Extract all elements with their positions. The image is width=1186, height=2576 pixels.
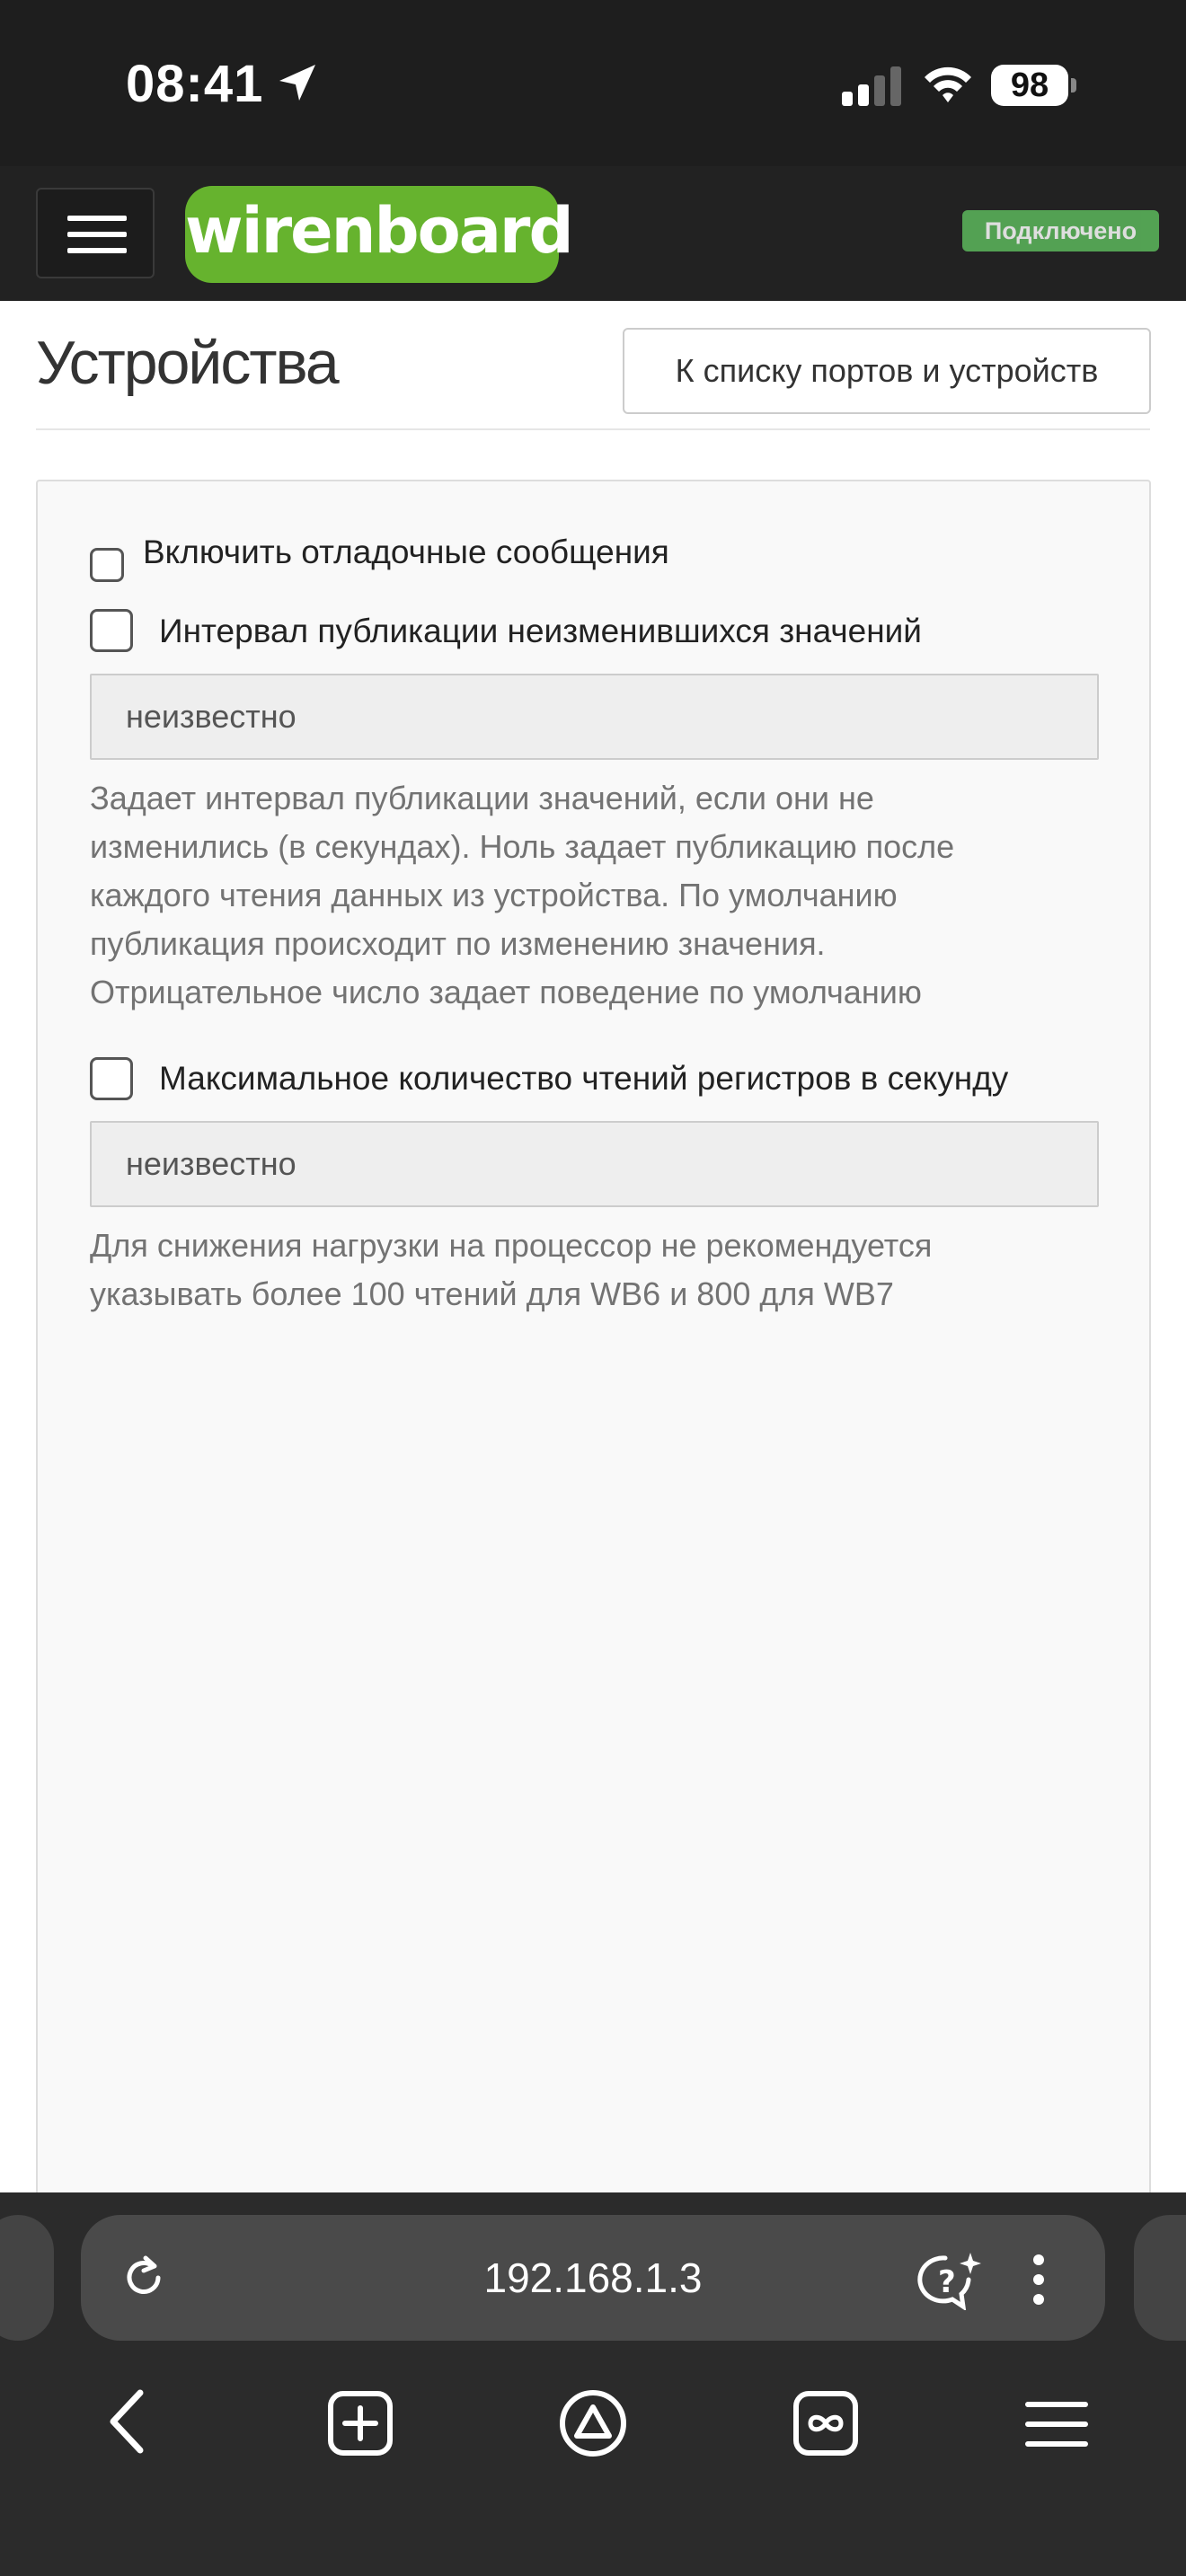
settings-panel: Включить отладочные сообщения Интервал п… [36, 480, 1151, 2276]
debug-label: Включить отладочные сообщения [143, 534, 669, 570]
battery-indicator: 98 [991, 65, 1076, 106]
assistant-icon[interactable]: ? [916, 2251, 983, 2310]
browser-toolbar: 192.168.1.3 ? [0, 2192, 1186, 2576]
cellular-signal-icon [842, 66, 901, 106]
menu-toggle-button[interactable] [36, 188, 155, 278]
status-bar: 08:41 98 [0, 0, 1186, 166]
page-title: Устройства [36, 329, 340, 397]
back-to-ports-button[interactable]: К списку портов и устройств [623, 328, 1151, 414]
wifi-icon [925, 66, 971, 102]
address-bar[interactable]: 192.168.1.3 ? [81, 2215, 1105, 2341]
wirenboard-logo[interactable]: wirenboard [185, 186, 574, 283]
help-line: Задает интервал публикации значений, есл… [90, 780, 874, 816]
publish-interval-checkbox[interactable] [90, 609, 133, 652]
publish-interval-help: Задает интервал публикации значений, есл… [90, 774, 1105, 1017]
status-time: 08:41 [126, 55, 264, 113]
navbar: wirenboard Подключено [0, 166, 1186, 301]
max-reads-help: Для снижения нагрузки на процессор не ре… [90, 1222, 1105, 1319]
page: 08:41 98 wirenboard Подключено Устройств… [0, 0, 1186, 2576]
header-divider [36, 428, 1150, 430]
help-line: Отрицательное число задает поведение по … [90, 974, 922, 1010]
tabs-icon[interactable] [792, 2390, 859, 2457]
help-line: изменились (в секундах). Ноль задает пуб… [90, 828, 955, 865]
new-tab-icon[interactable] [327, 2390, 394, 2457]
previous-tab-peek[interactable] [0, 2215, 54, 2341]
alice-icon[interactable] [557, 2387, 629, 2459]
help-line: каждого чтения данных из устройства. По … [90, 877, 898, 913]
location-arrow-icon [279, 65, 315, 101]
svg-text:?: ? [938, 2264, 956, 2300]
next-tab-peek[interactable] [1134, 2215, 1186, 2341]
reload-icon[interactable] [119, 2253, 169, 2303]
help-line: указывать более 100 чтений для WB6 и 800… [90, 1275, 894, 1312]
publish-interval-label: Интервал публикации неизменившихся значе… [159, 613, 922, 649]
max-reads-input[interactable]: неизвестно [90, 1121, 1099, 1207]
help-line: Для снижения нагрузки на процессор не ре… [90, 1227, 933, 1264]
help-line: публикация происходит по изменению значе… [90, 925, 826, 962]
debug-checkbox[interactable] [90, 548, 124, 582]
menu-icon[interactable] [1024, 2399, 1089, 2449]
publish-interval-input[interactable]: неизвестно [90, 674, 1099, 760]
max-reads-checkbox[interactable] [90, 1057, 133, 1100]
max-reads-label: Максимальное количество чтений регистров… [159, 1060, 1009, 1097]
back-icon[interactable] [101, 2386, 155, 2457]
connection-status-badge: Подключено [962, 210, 1159, 251]
more-options-icon[interactable] [1030, 2253, 1048, 2307]
